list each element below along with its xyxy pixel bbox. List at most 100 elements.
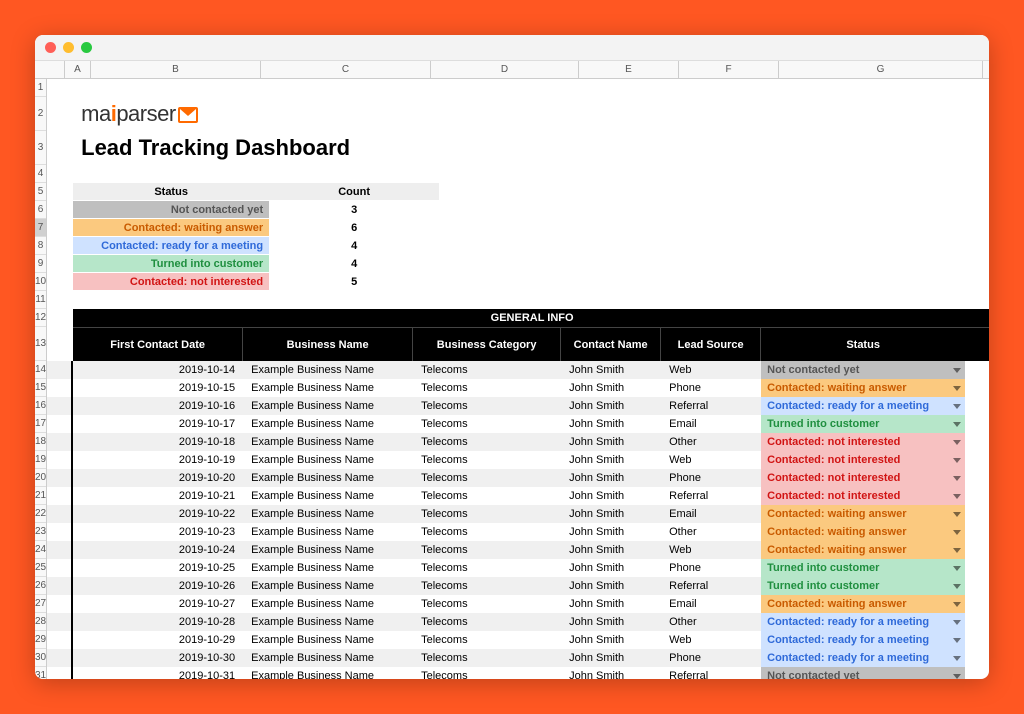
th-status[interactable]: Status	[761, 328, 965, 361]
cell-category[interactable]: Telecoms	[413, 469, 561, 487]
row-header[interactable]: 17	[35, 415, 46, 433]
cell-business[interactable]: Example Business Name	[243, 577, 413, 595]
close-icon[interactable]	[45, 42, 56, 53]
row-header[interactable]: 14	[35, 361, 46, 379]
cell-date[interactable]: 2019-10-28	[73, 613, 243, 631]
minimize-icon[interactable]	[63, 42, 74, 53]
row-header[interactable]: 1	[35, 79, 46, 97]
cell-category[interactable]: Telecoms	[413, 361, 561, 379]
cell-category[interactable]: Telecoms	[413, 379, 561, 397]
cell-contact[interactable]: John Smith	[561, 487, 661, 505]
th-source[interactable]: Lead Source	[661, 328, 761, 361]
blank-row[interactable]	[47, 291, 989, 309]
cell-contact[interactable]: John Smith	[561, 505, 661, 523]
cell-contact[interactable]: John Smith	[561, 541, 661, 559]
cell-business[interactable]: Example Business Name	[243, 415, 413, 433]
cell-category[interactable]: Telecoms	[413, 397, 561, 415]
cell-source[interactable]: Referral	[661, 667, 761, 679]
cell-business[interactable]: Example Business Name	[243, 397, 413, 415]
cell-contact[interactable]: John Smith	[561, 379, 661, 397]
cell-date[interactable]: 2019-10-17	[73, 415, 243, 433]
cell-category[interactable]: Telecoms	[413, 487, 561, 505]
cell-contact[interactable]: John Smith	[561, 667, 661, 679]
row-header[interactable]: 16	[35, 397, 46, 415]
cell-source[interactable]: Other	[661, 613, 761, 631]
cell-date[interactable]: 2019-10-29	[73, 631, 243, 649]
cell-category[interactable]: Telecoms	[413, 541, 561, 559]
cell-business[interactable]: Example Business Name	[243, 379, 413, 397]
cell-source[interactable]: Other	[661, 433, 761, 451]
cell-date[interactable]: 2019-10-19	[73, 451, 243, 469]
cell-date[interactable]: 2019-10-25	[73, 559, 243, 577]
cell-status-dropdown[interactable]: Turned into customer	[761, 559, 965, 577]
col-header-e[interactable]: E	[579, 61, 679, 78]
cell-date[interactable]: 2019-10-27	[73, 595, 243, 613]
cell-category[interactable]: Telecoms	[413, 505, 561, 523]
cell-contact[interactable]: John Smith	[561, 523, 661, 541]
blank-row[interactable]	[47, 165, 989, 183]
cell-contact[interactable]: John Smith	[561, 649, 661, 667]
row-header[interactable]: 31	[35, 667, 46, 679]
cell-status-dropdown[interactable]: Not contacted yet	[761, 361, 965, 379]
cell-business[interactable]: Example Business Name	[243, 451, 413, 469]
cell-contact[interactable]: John Smith	[561, 361, 661, 379]
col-header-g[interactable]: G	[779, 61, 983, 78]
cell-business[interactable]: Example Business Name	[243, 433, 413, 451]
th-category[interactable]: Business Category	[413, 328, 561, 361]
cell-date[interactable]: 2019-10-26	[73, 577, 243, 595]
cell-category[interactable]: Telecoms	[413, 415, 561, 433]
cell-status-dropdown[interactable]: Turned into customer	[761, 577, 965, 595]
row-header[interactable]: 29	[35, 631, 46, 649]
blank-row[interactable]	[47, 79, 989, 97]
cell-contact[interactable]: John Smith	[561, 613, 661, 631]
cell-business[interactable]: Example Business Name	[243, 361, 413, 379]
row-header[interactable]: 20	[35, 469, 46, 487]
cell-status-dropdown[interactable]: Contacted: not interested	[761, 487, 965, 505]
col-header-c[interactable]: C	[261, 61, 431, 78]
cell-status-dropdown[interactable]: Contacted: waiting answer	[761, 505, 965, 523]
cell-source[interactable]: Email	[661, 415, 761, 433]
cell-business[interactable]: Example Business Name	[243, 523, 413, 541]
row-header[interactable]: 12	[35, 309, 46, 327]
col-header-f[interactable]: F	[679, 61, 779, 78]
row-header[interactable]: 13	[35, 327, 46, 361]
row-header[interactable]: 21	[35, 487, 46, 505]
row-header[interactable]: 10	[35, 273, 46, 291]
cell-status-dropdown[interactable]: Contacted: not interested	[761, 469, 965, 487]
cell-date[interactable]: 2019-10-16	[73, 397, 243, 415]
col-header-a[interactable]: A	[65, 61, 91, 78]
row-header[interactable]: 7	[35, 219, 46, 237]
cell-source[interactable]: Phone	[661, 379, 761, 397]
row-header[interactable]: 26	[35, 577, 46, 595]
cell-status-dropdown[interactable]: Turned into customer	[761, 415, 965, 433]
row-header[interactable]: 24	[35, 541, 46, 559]
col-header-d[interactable]: D	[431, 61, 579, 78]
row-header[interactable]: 18	[35, 433, 46, 451]
row-header[interactable]: 4	[35, 165, 46, 183]
cell-contact[interactable]: John Smith	[561, 631, 661, 649]
cell-category[interactable]: Telecoms	[413, 577, 561, 595]
cell-category[interactable]: Telecoms	[413, 559, 561, 577]
cell-status-dropdown[interactable]: Contacted: ready for a meeting	[761, 649, 965, 667]
cell-source[interactable]: Phone	[661, 559, 761, 577]
cell-date[interactable]: 2019-10-22	[73, 505, 243, 523]
row-header[interactable]: 25	[35, 559, 46, 577]
cell-category[interactable]: Telecoms	[413, 649, 561, 667]
cell-source[interactable]: Phone	[661, 469, 761, 487]
cell-business[interactable]: Example Business Name	[243, 559, 413, 577]
row-header[interactable]: 19	[35, 451, 46, 469]
cell-business[interactable]: Example Business Name	[243, 487, 413, 505]
cell-business[interactable]: Example Business Name	[243, 649, 413, 667]
cell-category[interactable]: Telecoms	[413, 595, 561, 613]
cell-status-dropdown[interactable]: Not contacted yet	[761, 667, 965, 679]
cell-status-dropdown[interactable]: Contacted: ready for a meeting	[761, 631, 965, 649]
select-all-cell[interactable]	[35, 61, 65, 78]
row-header[interactable]: 30	[35, 649, 46, 667]
row-header[interactable]: 22	[35, 505, 46, 523]
cell-contact[interactable]: John Smith	[561, 433, 661, 451]
cell-source[interactable]: Web	[661, 451, 761, 469]
cell-category[interactable]: Telecoms	[413, 631, 561, 649]
cell-source[interactable]: Email	[661, 595, 761, 613]
maximize-icon[interactable]	[81, 42, 92, 53]
row-header[interactable]: 6	[35, 201, 46, 219]
